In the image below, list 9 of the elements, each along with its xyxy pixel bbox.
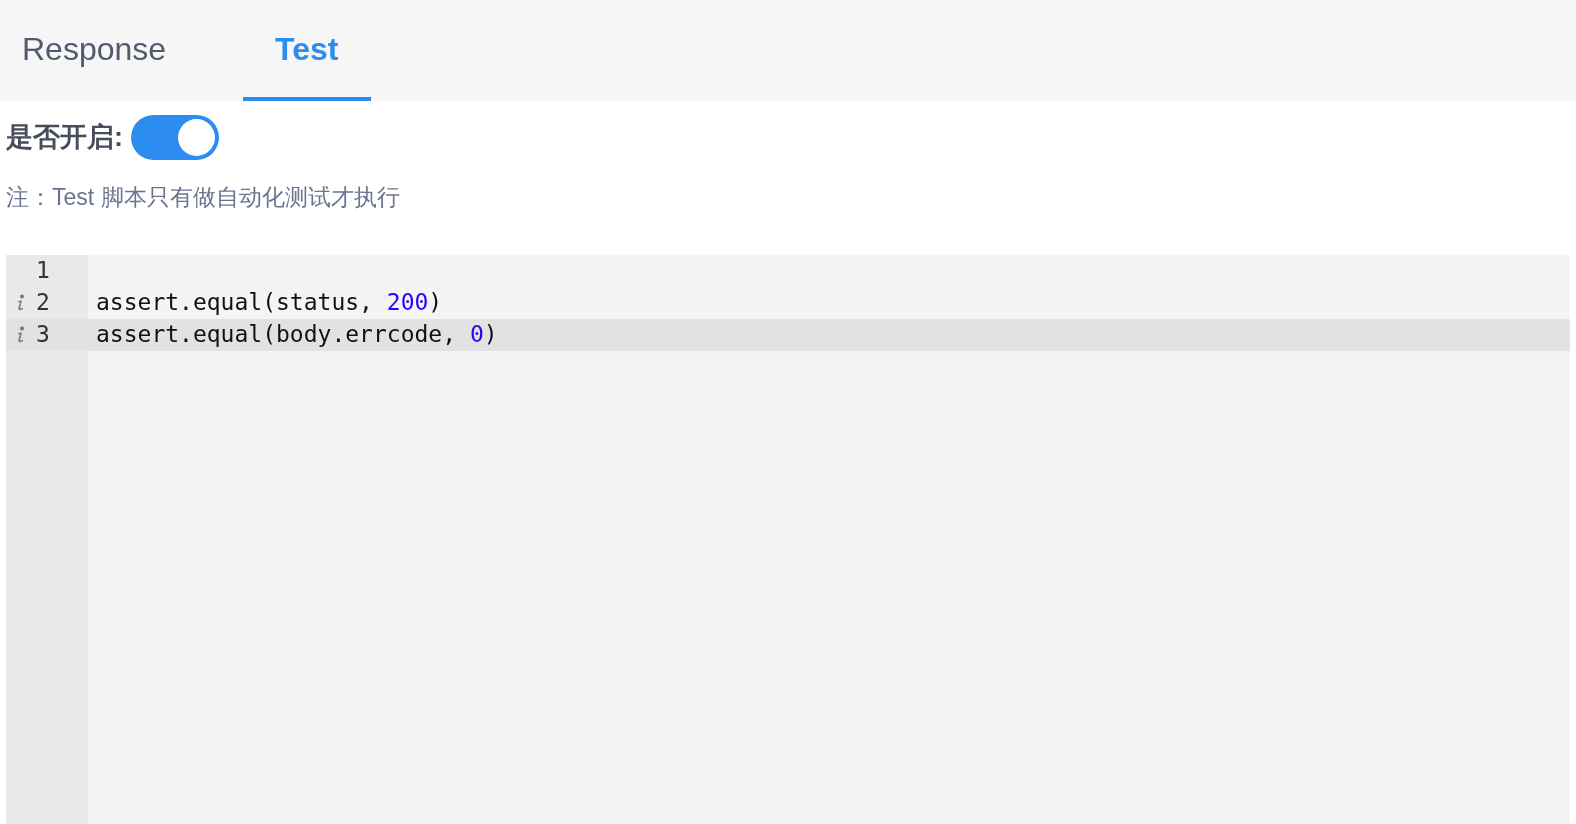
code-line: assert.equal(status, 200) [95, 288, 443, 318]
note-text: 注：Test 脚本只有做自动化测试才执行 [5, 183, 401, 212]
tab[interactable]: Response [2, 0, 187, 101]
line-number: 1 [36, 256, 50, 286]
code-line: assert.equal(body.errcode, 0) [95, 320, 498, 350]
line-number: 2 [36, 288, 50, 318]
line-number: 3 [36, 320, 50, 350]
toggle-switch[interactable] [131, 115, 219, 160]
toggle-label: 是否开启: [6, 121, 123, 155]
